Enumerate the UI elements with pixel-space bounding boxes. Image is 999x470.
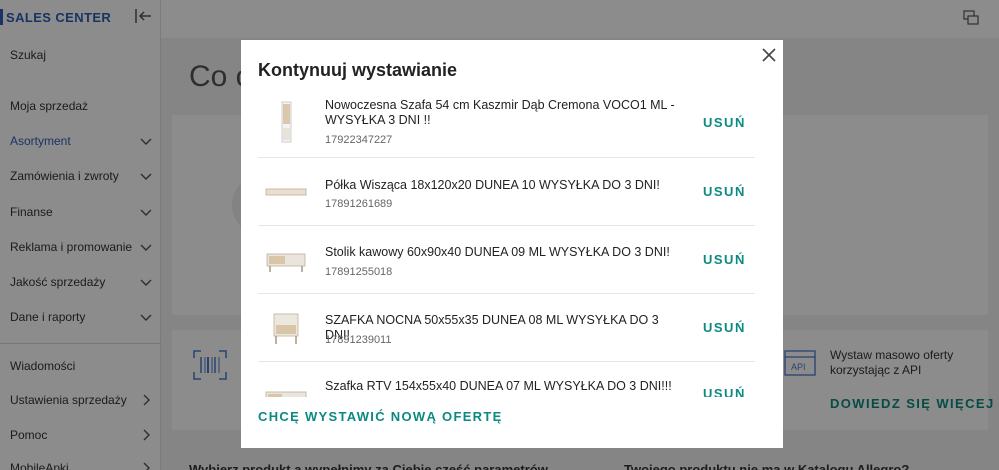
remove-button[interactable]: USUŃ [703,184,746,199]
continue-listing-modal: Kontynuuj wystawianie Nowoczesna Szafa 5… [241,40,783,448]
list-item[interactable]: Nowoczesna Szafa 54 cm Kaszmir Dąb Cremo… [258,90,755,158]
offer-id: 17891261689 [325,198,393,210]
draft-list[interactable]: Nowoczesna Szafa 54 cm Kaszmir Dąb Cremo… [258,90,755,397]
product-thumbnail [281,101,292,143]
remove-button[interactable]: USUŃ [703,320,746,335]
product-thumbnail [265,188,307,196]
product-thumbnail [273,313,299,344]
list-item[interactable]: SZAFKA NOCNA 50x55x35 DUNEA 08 ML WYSYŁK… [258,294,755,362]
product-title: Półka Wisząca 18x120x20 DUNEA 10 WYSYŁKA… [325,178,660,192]
offer-id: 17922347227 [325,134,393,146]
product-title: Szafka RTV 154x55x40 DUNEA 07 ML WYSYŁKA… [325,379,672,393]
remove-button[interactable]: USUŃ [703,252,746,267]
product-thumbnail [265,391,307,397]
close-icon[interactable] [760,46,778,64]
offer-id: 17891239011 [325,334,392,346]
remove-button[interactable]: USUŃ [703,115,746,130]
list-item[interactable]: Półka Wisząca 18x120x20 DUNEA 10 WYSYŁKA… [258,158,755,226]
list-item[interactable]: Stolik kawowy 60x90x40 DUNEA 09 ML WYSYŁ… [258,226,755,294]
offer-id: 17891255018 [325,266,393,278]
product-title: Nowoczesna Szafa 54 cm Kaszmir Dąb Cremo… [325,98,675,127]
product-title: Stolik kawowy 60x90x40 DUNEA 09 ML WYSYŁ… [325,245,670,259]
create-new-offer-link[interactable]: CHCĘ WYSTAWIĆ NOWĄ OFERTĘ [258,409,503,424]
product-thumbnail [266,253,306,272]
modal-title: Kontynuuj wystawianie [258,60,458,80]
remove-button[interactable]: USUŃ [703,386,746,397]
list-item[interactable]: Szafka RTV 154x55x40 DUNEA 07 ML WYSYŁKA… [258,362,755,397]
